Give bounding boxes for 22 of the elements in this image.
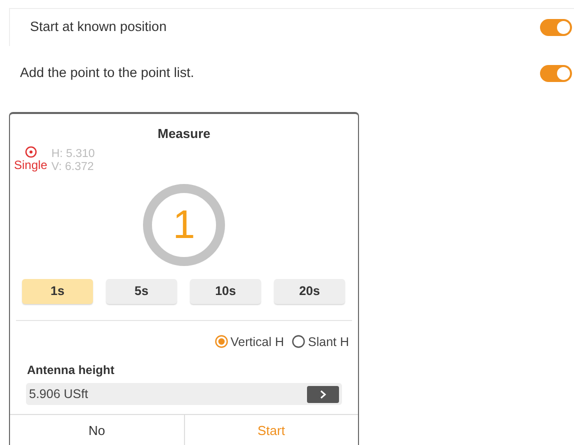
duration-button[interactable]: 20s: [274, 278, 345, 304]
setting-label: Start at known position: [30, 18, 167, 36]
duration-button[interactable]: 1s: [22, 278, 93, 304]
duration-button[interactable]: 5s: [106, 278, 177, 304]
setting-label: Add the point to the point list.: [20, 64, 194, 82]
no-button[interactable]: No: [10, 415, 184, 445]
radio-button[interactable]: [292, 335, 305, 348]
target-icon: [24, 146, 37, 158]
radio-label: Slant H: [308, 334, 349, 350]
antenna-height-label: Antenna height: [26, 362, 116, 380]
toggle-switch[interactable]: [540, 19, 572, 36]
radio-label: Vertical H: [230, 334, 284, 350]
dialog-title: Measure: [156, 125, 212, 143]
mode-label: Single: [14, 158, 48, 172]
chevron-right-icon[interactable]: [307, 386, 339, 403]
h-reading: H: 5.310: [51, 148, 95, 160]
v-reading: V: 6.372: [51, 160, 95, 174]
antenna-height-field[interactable]: 5.906 USft: [26, 383, 342, 406]
radio-button[interactable]: [214, 335, 228, 348]
duration-button[interactable]: 10s: [190, 278, 261, 304]
countdown-number: 1: [172, 204, 196, 244]
toggle-switch[interactable]: [540, 64, 572, 82]
